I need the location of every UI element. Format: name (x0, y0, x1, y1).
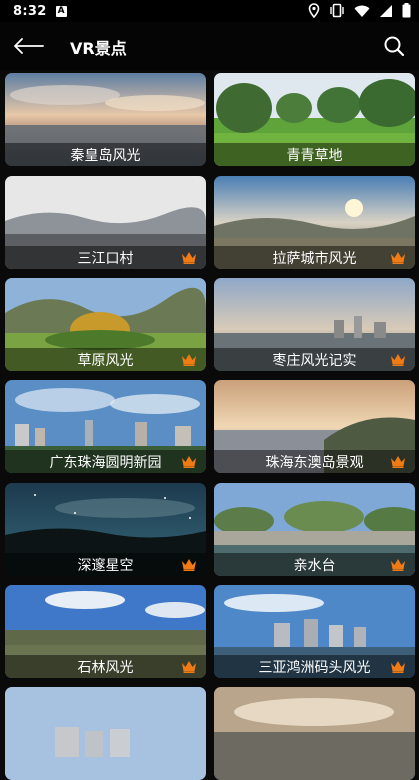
spot-card[interactable] (214, 687, 415, 780)
spot-card[interactable]: 广东珠海圆明新园 (5, 380, 206, 473)
spot-card[interactable]: 深邃星空 (5, 483, 206, 576)
spot-card[interactable]: 拉萨城市风光 (214, 176, 415, 269)
crown-icon (182, 559, 196, 571)
spot-label: 拉萨城市风光 (214, 246, 415, 269)
back-arrow-icon[interactable] (12, 36, 44, 56)
status-icons (308, 3, 411, 18)
spot-label: 秦皇岛风光 (5, 143, 206, 166)
status-bar: 8:32 A (0, 0, 419, 22)
spot-label: 亲水台 (214, 553, 415, 576)
spot-label: 青青草地 (214, 143, 415, 166)
spot-card[interactable]: 枣庄风光记实 (214, 278, 415, 371)
spot-label: 石林风光 (5, 655, 206, 678)
crown-icon (182, 354, 196, 366)
notification-icon: A (55, 5, 67, 17)
location-icon (308, 3, 320, 18)
spot-card[interactable]: 草原风光 (5, 278, 206, 371)
crown-icon (182, 456, 196, 468)
spot-label: 珠海东澳岛景观 (214, 450, 415, 473)
spot-label: 三亚鸿洲码头风光 (214, 655, 415, 678)
spot-card[interactable]: 青青草地 (214, 73, 415, 166)
crown-icon (182, 252, 196, 264)
spot-label: 枣庄风光记实 (214, 348, 415, 371)
crown-icon (391, 456, 405, 468)
spot-label: 草原风光 (5, 348, 206, 371)
signal-icon (380, 4, 392, 17)
crown-icon (391, 252, 405, 264)
status-time: 8:32 (13, 3, 47, 19)
battery-icon (402, 3, 411, 18)
crown-icon (391, 661, 405, 673)
spot-card[interactable]: 石林风光 (5, 585, 206, 678)
crown-icon (391, 559, 405, 571)
spot-label: 广东珠海圆明新园 (5, 450, 206, 473)
search-icon[interactable] (383, 35, 405, 57)
app-bar: VR景点 (0, 22, 419, 70)
spot-card[interactable]: 三亚鸿洲码头风光 (214, 585, 415, 678)
spot-card[interactable] (5, 687, 206, 780)
spot-thumbnail (214, 687, 415, 780)
crown-icon (391, 354, 405, 366)
vibrate-icon (330, 3, 344, 18)
spot-label: 三江口村 (5, 246, 206, 269)
spot-label: 深邃星空 (5, 553, 206, 576)
crown-icon (182, 661, 196, 673)
spot-card[interactable]: 三江口村 (5, 176, 206, 269)
spot-card[interactable]: 秦皇岛风光 (5, 73, 206, 166)
wifi-icon (354, 5, 370, 17)
spot-card[interactable]: 珠海东澳岛景观 (214, 380, 415, 473)
spot-card[interactable]: 亲水台 (214, 483, 415, 576)
page-title: VR景点 (70, 39, 127, 58)
spot-thumbnail (5, 687, 206, 780)
